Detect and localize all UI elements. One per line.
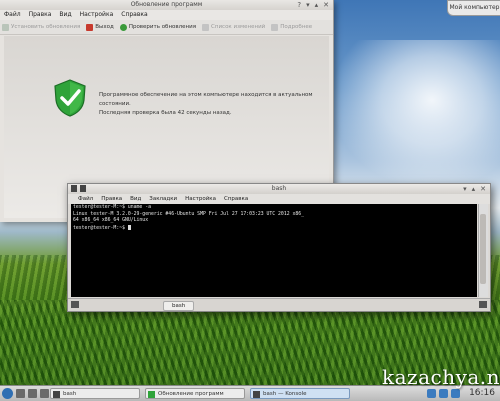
network-icon[interactable]	[427, 389, 436, 398]
task-bash[interactable]: bash	[50, 388, 140, 399]
task-label: Обновление программ	[158, 391, 224, 397]
menu-bookmarks[interactable]: Закладки	[149, 194, 177, 204]
help-icon[interactable]: ?	[297, 1, 301, 9]
status-message: Программное обеспечение на этом компьюте…	[99, 91, 325, 118]
desktop-folder-badge[interactable]: Мой компьютер	[447, 0, 500, 16]
menu-settings[interactable]: Настройка	[80, 10, 114, 20]
scrollbar-thumb[interactable]	[480, 214, 486, 284]
changelog-button[interactable]: Список изменений	[202, 23, 266, 31]
close-icon[interactable]: ✕	[323, 1, 329, 9]
menu-file[interactable]: Файл	[4, 10, 21, 20]
file-manager-icon[interactable]	[16, 389, 25, 398]
exit-button[interactable]: Выход	[86, 23, 114, 31]
maximize-icon[interactable]: ▴	[315, 1, 319, 9]
changelog-icon	[202, 23, 210, 31]
menu-help[interactable]: Справка	[121, 10, 147, 20]
details-button[interactable]: Подробнее	[271, 23, 313, 31]
check-updates-button[interactable]: Проверить обновления	[119, 23, 197, 31]
details-icon	[271, 23, 279, 31]
close-tab-icon[interactable]	[479, 301, 487, 308]
menu-edit[interactable]: Правка	[101, 194, 122, 204]
terminal-output[interactable]: tester@tester-M:~$ uname -a Linux tester…	[71, 204, 477, 297]
updater-toolbar: Установить обновления Выход Проверить об…	[0, 20, 333, 35]
menu-edit[interactable]: Правка	[29, 10, 52, 20]
tab-bash[interactable]: bash	[163, 301, 195, 311]
exit-icon	[86, 23, 94, 31]
check-updates-label: Проверить обновления	[128, 24, 197, 30]
task-terminal-icon	[53, 391, 60, 398]
exit-label: Выход	[95, 24, 114, 30]
new-tab-icon[interactable]	[71, 301, 79, 308]
konsole-window: bash ▾ ▴ ✕ Файл Правка Вид Закладки Наст…	[67, 183, 491, 312]
updater-menubar: Файл Правка Вид Настройка Справка	[0, 10, 333, 20]
terminal-scrollbar[interactable]	[478, 204, 488, 297]
menu-settings[interactable]: Настройка	[185, 194, 216, 204]
task-konsole[interactable]: bash — Konsole	[250, 388, 350, 399]
menu-file[interactable]: Файл	[78, 194, 93, 204]
task-label: bash — Konsole	[263, 391, 307, 397]
task-updater-icon	[148, 391, 155, 398]
terminal-prompt: tester@tester-M:~$	[73, 225, 128, 231]
terminal-cursor	[127, 224, 131, 230]
task-label: bash	[63, 391, 77, 397]
kde-menu-icon[interactable]	[2, 388, 13, 399]
minimize-icon[interactable]: ▾	[306, 1, 310, 9]
menu-view[interactable]: Вид	[130, 194, 141, 204]
refresh-icon	[119, 23, 127, 31]
install-updates-label: Установить обновления	[11, 24, 81, 30]
minimize-icon[interactable]: ▾	[463, 185, 467, 193]
system-tray	[427, 389, 460, 398]
pin-icon[interactable]	[80, 185, 86, 192]
updater-titlebar[interactable]: Обновление программ ? ▾ ▴ ✕	[0, 0, 333, 10]
maximize-icon[interactable]: ▴	[472, 185, 476, 193]
konsole-app-icon[interactable]	[71, 185, 77, 192]
wallpaper-clouds	[330, 40, 500, 190]
notifications-icon[interactable]	[451, 389, 460, 398]
task-updater[interactable]: Обновление программ	[145, 388, 245, 399]
changelog-label: Список изменений	[211, 24, 266, 30]
install-updates-button[interactable]: Установить обновления	[2, 23, 81, 31]
menu-help[interactable]: Справка	[224, 194, 248, 204]
konsole-titlebar[interactable]: bash ▾ ▴ ✕	[68, 184, 490, 194]
menu-view[interactable]: Вид	[59, 10, 71, 20]
konsole-tabbar: bash	[68, 298, 490, 311]
details-label: Подробнее	[280, 24, 313, 30]
konsole-menubar: Файл Правка Вид Закладки Настройка Справ…	[68, 194, 490, 204]
close-icon[interactable]: ✕	[480, 185, 486, 193]
status-line-uptodate: Программное обеспечение на этом компьюте…	[99, 92, 313, 107]
browser-icon[interactable]	[28, 389, 37, 398]
konsole-title: bash	[271, 185, 287, 192]
shield-check-icon	[54, 79, 86, 117]
volume-icon[interactable]	[439, 389, 448, 398]
terminal-icon[interactable]	[40, 389, 49, 398]
status-line-lastcheck: Последняя проверка была 42 секунды назад…	[99, 110, 232, 116]
task-terminal-icon	[253, 391, 260, 398]
updater-title: Обновление программ	[130, 1, 203, 8]
watermark-logo: kazachya.net	[382, 365, 500, 389]
install-icon	[2, 23, 9, 31]
